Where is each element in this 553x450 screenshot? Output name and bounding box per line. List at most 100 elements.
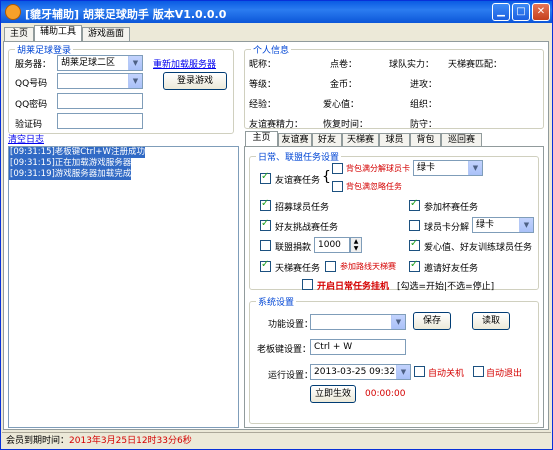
profile-organize: 组织：: [410, 100, 438, 110]
profile-ladder-match: 天梯赛匹配：: [448, 60, 503, 70]
chevron-down-icon: ▼: [519, 218, 533, 232]
auto-shutdown-checkbox[interactable]: [414, 366, 425, 377]
start-daily-label: 开启日常任务挂机: [317, 282, 390, 292]
tab-tools[interactable]: 辅助工具: [34, 25, 82, 41]
profile-coupons: 点卷：: [330, 60, 358, 70]
subtab-home[interactable]: 主页: [245, 131, 278, 147]
apply-now-button[interactable]: 立即生效: [310, 385, 356, 403]
subtab-players[interactable]: 球员: [379, 133, 410, 147]
login-button[interactable]: 登录游戏: [163, 72, 227, 90]
invite-task-label: 邀请好友任务: [424, 264, 479, 274]
bag-full-card-select[interactable]: 绿卡 ▼: [413, 160, 483, 176]
app-icon: [5, 4, 21, 20]
server-select[interactable]: 胡莱足球二区 ▼: [57, 55, 143, 71]
ladder-task-checkbox[interactable]: [260, 259, 271, 272]
title-bar[interactable]: [貔牙辅助] 胡莱足球助手 版本V1.0.0.0 ▁ □ ✕: [1, 1, 552, 23]
qq-label: QQ号码: [15, 79, 48, 89]
server-select-value: 胡莱足球二区: [61, 58, 116, 68]
log-line: [09:31:19]游戏服务器加载完成: [9, 169, 132, 180]
card-split-select[interactable]: 绿卡 ▼: [472, 217, 534, 233]
cup-task-checkbox[interactable]: [409, 198, 420, 211]
qq-number-select[interactable]: ▼: [57, 73, 143, 89]
auto-shutdown-label: 自动关机: [428, 369, 465, 379]
profile-group-title: 个人信息: [251, 43, 292, 56]
profile-nickname: 昵称：: [249, 60, 277, 70]
donate-amount-field[interactable]: 1000: [314, 237, 350, 253]
chevron-down-icon: ▼: [128, 74, 142, 88]
subtab-bag[interactable]: 背包: [410, 133, 441, 147]
chevron-down-icon: ▼: [391, 315, 405, 329]
profile-friendly-energy: 友谊赛精力：: [249, 120, 304, 130]
ladder-extra-checkbox[interactable]: [325, 261, 336, 272]
captcha-field[interactable]: [57, 113, 143, 129]
status-bar: 会员到期时间：2013年3月25日12时33分6秒: [2, 432, 551, 449]
brace-glyph: {: [322, 169, 331, 185]
password-field[interactable]: [57, 93, 143, 109]
minimize-button[interactable]: ▁: [492, 3, 510, 21]
league-donate-label: 联盟捐款: [275, 243, 312, 253]
maximize-button[interactable]: □: [512, 3, 530, 21]
profile-level: 等级：: [249, 80, 277, 90]
profile-exp: 经验：: [249, 100, 277, 110]
system-group: 系统设置 功能设置： ▼ 保存 读取 老板键设置： Ctrl + W 运行设置：…: [249, 295, 539, 424]
chevron-down-icon: ▼: [468, 161, 482, 175]
countdown-timer: 00:00:00: [365, 389, 406, 399]
friend-challenge-checkbox[interactable]: [260, 218, 271, 231]
card-split-label: 球员卡分解: [424, 223, 470, 233]
love-train-checkbox[interactable]: [409, 238, 420, 251]
friendly-task-label: 友谊赛任务: [275, 176, 321, 186]
invite-task-checkbox[interactable]: [409, 259, 420, 272]
friendly-task-checkbox[interactable]: [260, 171, 271, 184]
subtab-friends[interactable]: 好友: [312, 133, 342, 147]
boss-key-field[interactable]: Ctrl + W: [310, 339, 406, 355]
bag-full-sell-label: 背包满分解球员卡: [346, 164, 410, 173]
recruit-task-checkbox[interactable]: [260, 198, 271, 211]
reload-servers-link[interactable]: 重新加载服务器: [153, 57, 216, 70]
read-button[interactable]: 读取: [472, 312, 510, 330]
friend-challenge-label: 好友挑战赛任务: [275, 223, 339, 233]
save-button[interactable]: 保存: [413, 312, 451, 330]
subtab-ladder[interactable]: 天梯赛: [342, 133, 379, 147]
boss-key-label: 老板键设置：: [257, 345, 312, 355]
tab-game-view[interactable]: 游戏画面: [82, 27, 130, 41]
func-setting-label: 功能设置：: [268, 320, 314, 330]
love-train-label: 爱心值、好友训练球员任务: [424, 243, 533, 253]
subtab-friendly[interactable]: 友谊赛: [278, 133, 312, 147]
cup-task-label: 参加杯赛任务: [424, 203, 479, 213]
profile-group: 个人信息 昵称： 点卷： 球队实力： 天梯赛匹配： 等级： 金币： 进攻： 经验…: [244, 43, 544, 130]
donate-amount-spinner[interactable]: ▲ ▼: [350, 237, 362, 253]
chevron-down-icon: ▼: [128, 56, 142, 70]
func-setting-select[interactable]: ▼: [310, 314, 406, 330]
bag-full-card-value: 绿卡: [417, 163, 436, 173]
system-group-title: 系统设置: [256, 295, 297, 308]
ladder-extra-label: 参加路线天梯赛: [340, 262, 396, 271]
auto-exit-checkbox[interactable]: [473, 366, 484, 377]
profile-team-power: 球队实力：: [389, 60, 435, 70]
tools-panel: 胡莱足球登录 服务器： 胡莱足球二区 ▼ 重新加载服务器 QQ号码 ▼ 登录游戏…: [3, 41, 549, 430]
window-title: [貔牙辅助] 胡莱足球助手 版本V1.0.0.0: [25, 8, 227, 21]
bag-full-sell-checkbox[interactable]: [332, 163, 343, 174]
sub-panel: 日常、联盟任务设置 友谊赛任务 { 背包满分解球员卡 绿卡 ▼ 背包满忽略任务 …: [244, 146, 544, 428]
league-donate-checkbox[interactable]: [260, 240, 271, 251]
profile-attack: 进攻：: [410, 80, 438, 90]
log-line: [09:31:15]正在加载游戏服务器: [9, 158, 132, 169]
start-daily-hint: [勾选=开始|不选=停止]: [397, 282, 495, 292]
subtab-tour[interactable]: 巡回赛: [441, 133, 482, 147]
card-split-checkbox[interactable]: [409, 220, 420, 231]
clear-log-link[interactable]: 清空日志: [8, 132, 44, 145]
run-setting-label: 运行设置：: [268, 371, 314, 381]
log-list[interactable]: [09:31:15]老板键Ctrl+W注册成功 [09:31:15]正在加载游戏…: [8, 146, 239, 428]
login-group: 胡莱足球登录 服务器： 胡莱足球二区 ▼ 重新加载服务器 QQ号码 ▼ 登录游戏…: [8, 43, 234, 134]
app-window: [貔牙辅助] 胡莱足球助手 版本V1.0.0.0 ▁ □ ✕ 主页 辅助工具 游…: [0, 0, 553, 450]
member-expire-label: 会员到期时间：: [6, 436, 70, 446]
run-datetime-picker[interactable]: 2013-03-25 09:32:10 ▼: [310, 364, 411, 380]
close-button[interactable]: ✕: [532, 3, 550, 21]
card-split-value: 绿卡: [476, 220, 495, 230]
bag-full-ignore-checkbox[interactable]: [332, 181, 343, 192]
start-daily-checkbox[interactable]: [302, 279, 313, 290]
ladder-task-label: 天梯赛任务: [275, 264, 321, 274]
tab-home[interactable]: 主页: [4, 27, 34, 41]
captcha-label: 验证码: [15, 120, 43, 130]
profile-love: 爱心值：: [323, 100, 360, 110]
tasks-group-title: 日常、联盟任务设置: [256, 150, 342, 163]
